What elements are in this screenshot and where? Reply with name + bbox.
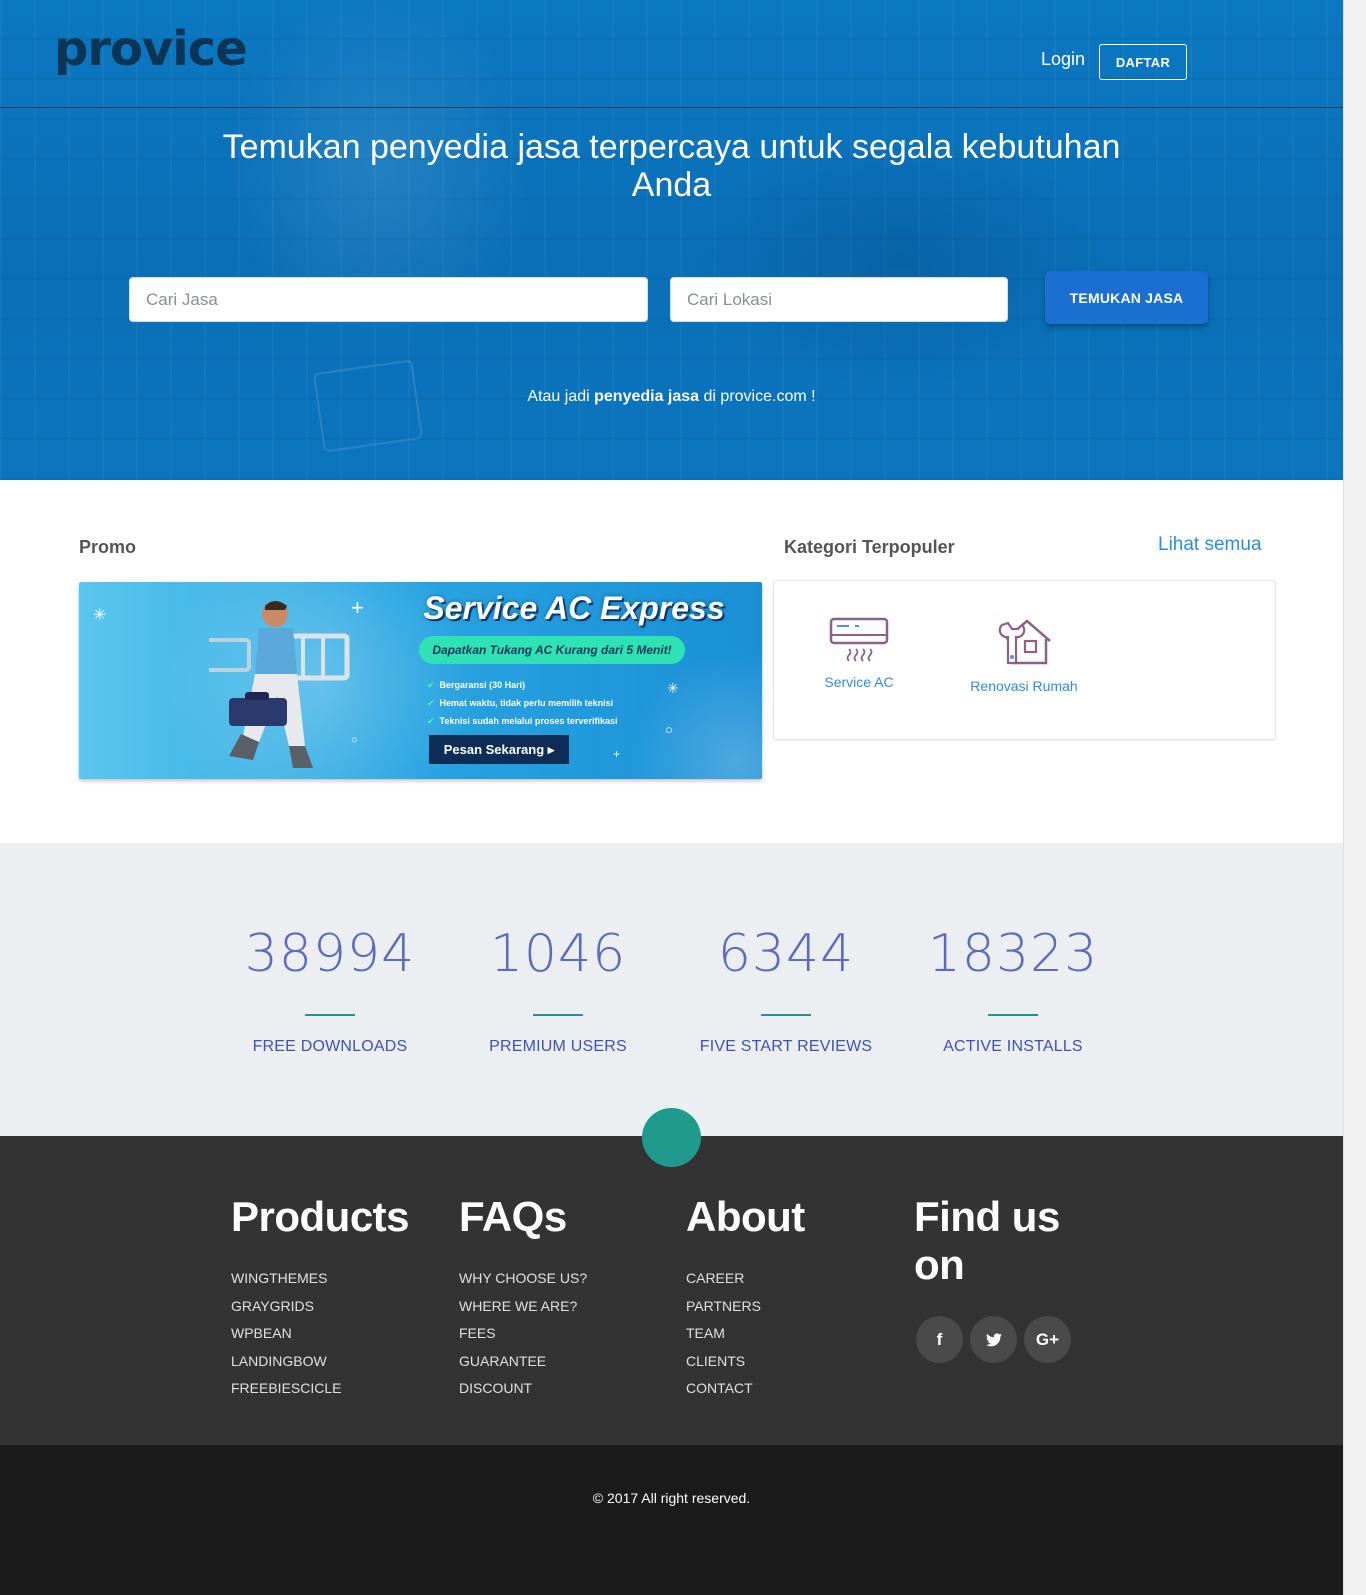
promo-title: Service AC Express (423, 590, 725, 626)
become-provider-link[interactable]: penyedia jasa (594, 388, 699, 405)
popular-categories-heading: Kategori Terpopuler (784, 537, 955, 557)
footer-column-title: FAQs (459, 1193, 567, 1240)
promo-banner[interactable]: ✳ + ✳ ○ ○ + Service AC Express Dapatkan … (79, 582, 762, 779)
footer-link[interactable]: WPBEAN (231, 1325, 292, 1341)
promo-tagline: Dapatkan Tukang AC Kurang dari 5 Menit! (419, 636, 685, 664)
stat-label: FREE DOWNLOADS (252, 1038, 408, 1055)
stat-active-installs: 18323 ACTIVE INSTALLS (913, 923, 1113, 1056)
footer-link[interactable]: WINGTHEMES (231, 1270, 327, 1286)
page-scrollbar[interactable] (1343, 0, 1366, 1595)
login-link[interactable]: Login (1041, 49, 1085, 70)
category-service-ac[interactable]: Service AC (814, 617, 904, 690)
footer-column-faqs: FAQs WHY CHOOSE US? WHERE WE ARE? FEES G… (459, 1193, 587, 1403)
stat-label: ACTIVE INSTALLS (943, 1038, 1083, 1055)
air-conditioner-icon (829, 617, 889, 662)
facebook-icon[interactable]: f (916, 1316, 963, 1363)
top-navigation-bar: provice Login DAFTAR (0, 0, 1343, 108)
footer-column-title: Products (231, 1193, 410, 1240)
stat-premium-users: 1046 PREMIUM USERS (458, 923, 658, 1056)
stat-label: FIVE START REVIEWS (699, 1038, 873, 1055)
footer-link[interactable]: WHY CHOOSE US? (459, 1270, 587, 1286)
scroll-top-circle[interactable] (642, 1108, 701, 1167)
footer-column-about: About CAREER PARTNERS TEAM CLIENTS CONTA… (686, 1193, 805, 1403)
promo-benefit: ✔ Teknisi sudah melalui proses terverifik… (427, 716, 618, 726)
footer (0, 1136, 1343, 1445)
stat-label: PREMIUM USERS (489, 1038, 627, 1055)
search-location-input[interactable] (670, 277, 1008, 322)
promo-benefit: ✔ Hemat waktu, tidak perlu memilih teknis… (427, 698, 614, 708)
footer-link[interactable]: DISCOUNT (459, 1380, 532, 1396)
stat-five-star-reviews: 6344 FIVE START REVIEWS (686, 923, 886, 1056)
provider-suffix: di provice.com ! (703, 388, 816, 405)
check-icon: ✔ (427, 680, 435, 690)
footer-link[interactable]: GUARANTEE (459, 1353, 546, 1369)
category-panel: Service AC Renovasi Rumah (773, 580, 1276, 740)
promo-heading: Promo (79, 537, 137, 557)
stat-divider (305, 1014, 355, 1016)
stat-free-downloads: 38994 FREE DOWNLOADS (230, 923, 430, 1056)
copyright-text: © 2017 All right reserved. (592, 1490, 751, 1506)
footer-link[interactable]: FEES (459, 1325, 496, 1341)
promo-benefit: ✔ Bergaransi (30 Hari) (427, 680, 526, 690)
search-service-input[interactable] (129, 277, 648, 322)
hero-background-decoration (312, 359, 424, 453)
copyright-bar (0, 1445, 1343, 1595)
statistics-section: 38994 FREE DOWNLOADS 1046 PREMIUM USERS … (0, 843, 1343, 1136)
footer-link[interactable]: CONTACT (686, 1380, 753, 1396)
stat-value: 18323 (927, 924, 1099, 984)
footer-link[interactable]: LANDINGBOW (231, 1353, 327, 1369)
stat-value: 1046 (489, 924, 627, 984)
footer-link[interactable]: FREEBIESCICLE (231, 1380, 341, 1396)
footer-column-title: About (686, 1193, 805, 1240)
technician-illustration (209, 601, 350, 768)
category-label: Renovasi Rumah (970, 678, 1078, 694)
footer-column-find-us: Find us on (914, 1193, 1104, 1289)
footer-column-title: Find us on (914, 1193, 1060, 1288)
search-service-wrapper (129, 277, 648, 322)
footer-link[interactable]: WHERE WE ARE? (459, 1298, 577, 1314)
twitter-icon[interactable] (970, 1316, 1017, 1363)
stat-divider (988, 1014, 1038, 1016)
footer-link[interactable]: CAREER (686, 1270, 744, 1286)
footer-link[interactable]: TEAM (686, 1325, 725, 1341)
footer-link[interactable]: GRAYGRIDS (231, 1298, 314, 1314)
stat-value: 38994 (244, 924, 416, 984)
see-all-link[interactable]: Lihat semua (1158, 534, 1262, 556)
footer-link[interactable]: CLIENTS (686, 1353, 745, 1369)
sparkle-icon: ✳ (667, 680, 679, 696)
category-renovasi-rumah[interactable]: Renovasi Rumah (964, 617, 1084, 694)
plus-icon: + (613, 747, 621, 761)
house-wrench-icon (998, 619, 1051, 665)
become-provider-text: Atau jadi penyedia jasa di provice.com ! (400, 388, 943, 406)
stat-value: 6344 (717, 924, 855, 984)
find-service-button[interactable]: TEMUKAN JASA (1045, 271, 1208, 324)
footer-link[interactable]: PARTNERS (686, 1298, 761, 1314)
search-location-wrapper (670, 277, 1008, 322)
sparkle-icon: ✳ (93, 607, 107, 624)
provider-prefix: Atau jadi (527, 388, 590, 405)
footer-column-products: Products WINGTHEMES GRAYGRIDS WPBEAN LAN… (231, 1193, 410, 1403)
promo-benefit-list: ✔ Bergaransi (30 Hari) ✔ Hemat waktu, tida… (427, 676, 617, 730)
stat-divider (761, 1014, 811, 1016)
order-now-button[interactable]: Pesan Sekarang ▸ (429, 735, 569, 764)
twitter-bird-icon (985, 1332, 1002, 1346)
register-button[interactable]: DAFTAR (1099, 44, 1187, 80)
provice-logo[interactable]: provice (54, 22, 248, 76)
check-icon: ✔ (427, 716, 435, 726)
google-plus-icon[interactable]: G+ (1024, 1316, 1071, 1363)
check-icon: ✔ (427, 698, 435, 708)
hero-title: Temukan penyedia jasa terpercaya untuk s… (222, 128, 1121, 204)
hero-section: provice Login DAFTAR Temukan penyedia ja… (0, 0, 1343, 480)
category-label: Service AC (824, 674, 894, 690)
circle-icon: ○ (665, 722, 673, 737)
stat-divider (533, 1014, 583, 1016)
